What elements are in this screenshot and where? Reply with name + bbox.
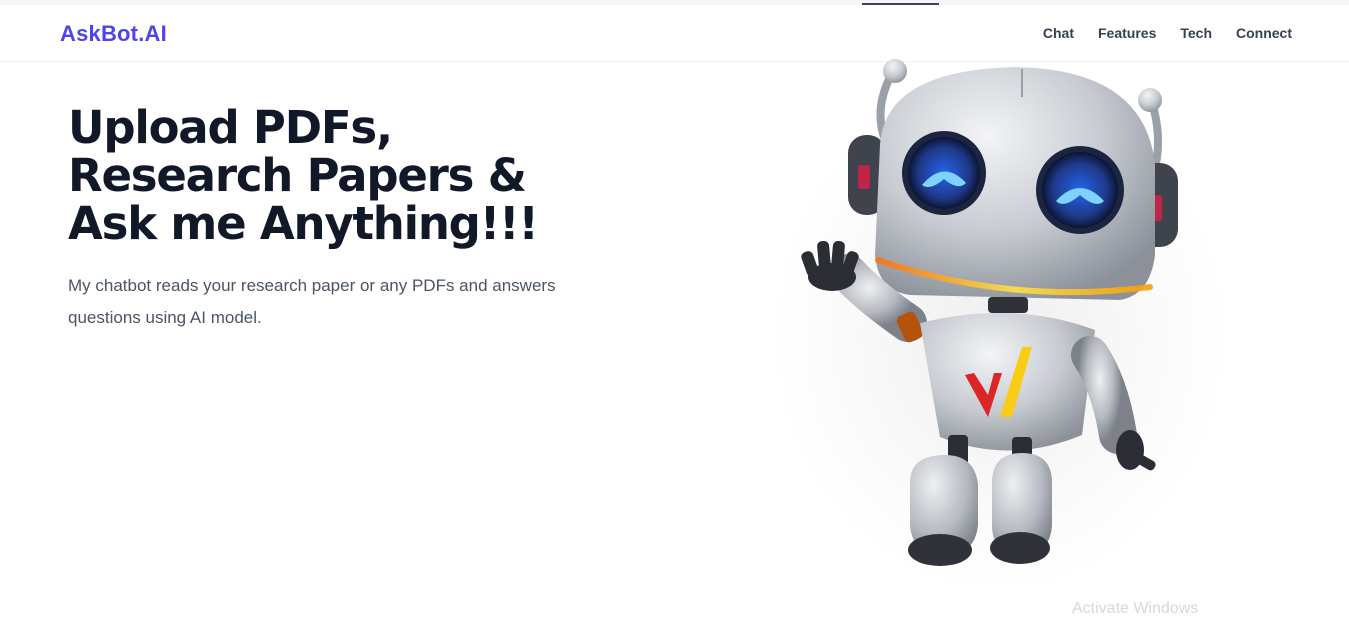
hero-title: Upload PDFs, Research Papers & Ask me An… — [68, 104, 688, 248]
hero-subtitle: My chatbot reads your research paper or … — [68, 276, 556, 327]
hero-title-line-1: Upload PDFs, — [68, 101, 393, 154]
activate-windows-watermark: Activate Windows — [1072, 600, 1199, 617]
nav-link-connect[interactable]: Connect — [1236, 25, 1292, 41]
robot-foot-left — [908, 534, 972, 566]
nav-link-chat[interactable]: Chat — [1043, 25, 1074, 41]
nav-links: Chat Features Tech Connect — [1043, 25, 1292, 41]
nav-link-tech[interactable]: Tech — [1180, 25, 1212, 41]
nav-link-features[interactable]: Features — [1098, 25, 1156, 41]
robot-foot-right — [990, 532, 1050, 564]
hero-title-line-3: Ask me Anything!!! — [68, 197, 539, 250]
robot-torso — [920, 313, 1095, 451]
robot-illustration — [770, 59, 1230, 585]
navbar: AskBot.AI Chat Features Tech Connect — [0, 5, 1349, 62]
brand-logo[interactable]: AskBot.AI — [60, 21, 167, 47]
hero-title-line-2: Research Papers & — [68, 149, 527, 202]
